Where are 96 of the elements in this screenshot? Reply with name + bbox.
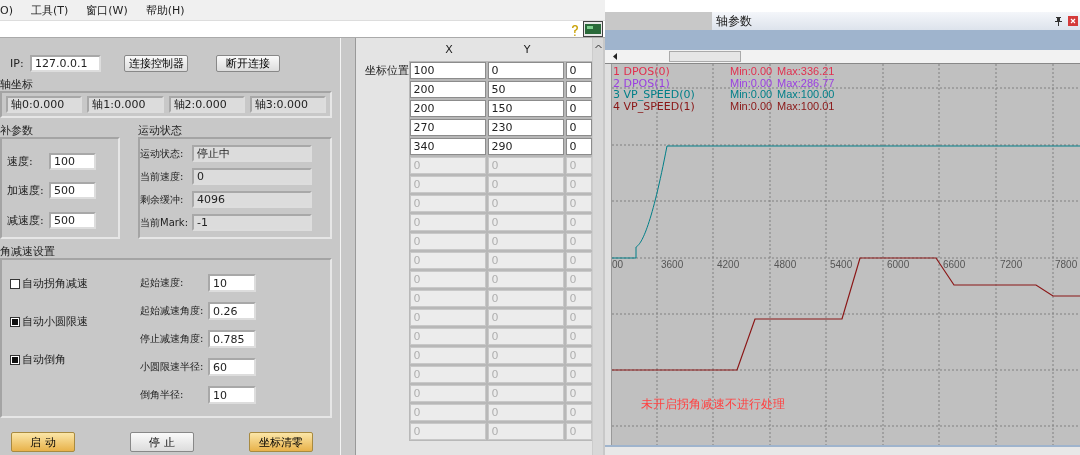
table-cell[interactable]: 270 — [410, 119, 487, 136]
input-field[interactable]: 100 — [49, 153, 96, 171]
legend-label: 3 VP_SPEED(0) — [613, 88, 695, 101]
axis-tick-label: 7800 — [1055, 259, 1078, 270]
panel-title: 轴参数 — [716, 12, 753, 30]
field-label: 加速度: — [7, 183, 45, 199]
group-title: 补参数 — [0, 125, 34, 137]
field-label: 运动状态: — [140, 146, 185, 161]
field-label: 当前速度: — [140, 169, 185, 184]
menu-item[interactable]: 工具(T) — [28, 2, 71, 18]
field-label: 倒角半径: — [140, 388, 185, 402]
input-field[interactable]: 0.26 — [208, 302, 256, 320]
table-cell[interactable]: 200 — [410, 81, 487, 98]
menu-item[interactable]: O) — [0, 3, 15, 17]
table-cell[interactable]: 230 — [488, 119, 565, 136]
scrollbar[interactable] — [592, 38, 603, 455]
legend-label: 1 DPOS(0) — [613, 65, 670, 78]
input-field[interactable]: 500 — [49, 182, 96, 200]
row-label: 坐标位置 — [364, 63, 410, 79]
splitter-bar[interactable] — [340, 38, 356, 455]
input-field[interactable]: 500 — [49, 211, 96, 229]
legend-label: 4 VP_SPEED(1) — [613, 99, 695, 113]
table-cell[interactable]: 0 — [566, 81, 592, 98]
checkbox[interactable]: 自动倒角 — [10, 352, 140, 368]
ip-field[interactable]: 127.0.0.1 — [30, 54, 101, 72]
field-label: 起始减速角度: — [140, 304, 205, 318]
field-label: 速度: — [7, 154, 34, 170]
input-field[interactable]: 10 — [208, 274, 256, 292]
column-header: X — [444, 43, 454, 56]
chart-annotation: 未开启拐角减速不进行处理 — [641, 397, 785, 411]
table-cell[interactable]: 0 — [566, 100, 592, 117]
window-icon[interactable] — [583, 21, 603, 37]
ip-label: IP: — [10, 56, 25, 70]
group-title: 角减速设置 — [0, 246, 56, 258]
legend-max: Max:286.77 — [777, 76, 835, 89]
menu-item[interactable]: 窗口(W) — [84, 2, 130, 18]
axis-position-field: 轴3:0.000 — [249, 96, 326, 113]
action-button[interactable]: 停 止 — [130, 432, 194, 452]
axis-position-field: 轴0:0.000 — [6, 96, 83, 113]
field-label: 小圆限速半径: — [140, 360, 205, 374]
action-button[interactable]: 坐标清零 — [249, 432, 313, 452]
table-cell[interactable]: 290 — [488, 138, 565, 155]
field-label: 起始速度: — [140, 276, 185, 290]
table-cell[interactable]: 150 — [488, 100, 565, 117]
axis-tick-label: 00 — [612, 259, 624, 270]
field-label: 减速度: — [7, 212, 45, 228]
status-field: -1 — [192, 214, 312, 231]
axis-position-field: 轴1:0.000 — [87, 96, 164, 113]
scrollbar-thumb[interactable] — [669, 51, 741, 62]
legend-max: Max:100.00 — [777, 88, 835, 100]
table-cell[interactable]: 200 — [410, 100, 487, 117]
legend-max: Max:100.01 — [777, 99, 835, 112]
field-label: 当前Mark: — [140, 215, 190, 230]
axis-tick-label: 4200 — [717, 259, 740, 270]
input-field[interactable]: 60 — [208, 358, 256, 376]
checkbox[interactable]: 自动拐角减速 — [10, 276, 140, 292]
table-cell[interactable]: 0 — [488, 62, 565, 79]
axis-tick-label: 5400 — [830, 259, 853, 270]
status-field: 停止中 — [192, 145, 312, 162]
legend-min: Min:0.00 — [730, 99, 773, 112]
axis-position-field: 轴2:0.000 — [168, 96, 245, 113]
group-title: 运动状态 — [138, 125, 183, 137]
close-icon[interactable] — [1068, 16, 1078, 26]
axis-tick-label: 6000 — [887, 259, 910, 270]
checkbox[interactable]: 自动小圆限速 — [10, 314, 140, 330]
axis-tick-label: 7200 — [1000, 259, 1023, 270]
help-icon[interactable] — [571, 25, 579, 37]
axis-tick-label: 6600 — [943, 259, 966, 270]
table-cell[interactable]: 0 — [566, 62, 592, 79]
legend-min: Min:0.00 — [730, 88, 773, 100]
scroll-left-icon[interactable] — [613, 53, 617, 60]
connect-button[interactable]: 连接控制器 — [124, 54, 188, 72]
status-field: 4096 — [192, 191, 312, 208]
action-button[interactable]: 启 动 — [11, 432, 75, 452]
table-cell[interactable]: 0 — [566, 138, 592, 155]
legend-max: Max:336.21 — [777, 65, 835, 77]
field-label: 停止减速角度: — [140, 332, 205, 346]
input-field[interactable]: 10 — [208, 386, 256, 404]
legend-label: 2 DPOS(1) — [613, 76, 670, 90]
table-cell[interactable]: 50 — [488, 81, 565, 98]
axis-tick-label: 3600 — [661, 259, 684, 270]
menu-item[interactable]: 帮助(H) — [143, 2, 187, 18]
table-cell[interactable]: 0 — [566, 119, 592, 136]
group-title: 轴坐标 — [0, 79, 34, 91]
table-cell[interactable]: 340 — [410, 138, 487, 155]
legend-min: Min:0.00 — [730, 76, 773, 89]
axis-tick-label: 4800 — [774, 259, 797, 270]
table-cell[interactable]: 100 — [410, 62, 487, 79]
column-header: Y — [522, 43, 532, 56]
status-field: 0 — [192, 168, 312, 185]
disconnect-button[interactable]: 断开连接 — [216, 54, 280, 72]
scroll-up-icon[interactable] — [594, 44, 602, 49]
pin-icon[interactable] — [1055, 16, 1062, 26]
input-field[interactable]: 0.785 — [208, 330, 256, 348]
legend-min: Min:0.00 — [730, 65, 773, 77]
field-label: 剩余缓冲: — [140, 192, 185, 207]
